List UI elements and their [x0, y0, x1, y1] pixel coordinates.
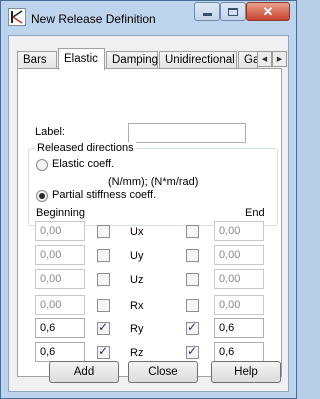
rz-begin-input[interactable] [35, 342, 85, 362]
group-title: Released directions [35, 142, 136, 154]
uy-end-checkbox[interactable] [186, 249, 199, 262]
tab-damping[interactable]: Damping [106, 51, 158, 69]
rz-label: Rz [130, 347, 144, 359]
partial-stiffness-label: Partial stiffness coeff. [52, 189, 157, 201]
tab-scroll-right-icon[interactable]: ▶ [272, 51, 287, 67]
ry-begin-checkbox[interactable] [97, 320, 110, 335]
partial-stiffness-radio[interactable] [36, 190, 48, 202]
uz-end-checkbox[interactable] [186, 273, 199, 286]
tab-strip: Bars Elastic Damping Unidirectional Ga ◀… [17, 48, 287, 70]
rx-begin-input[interactable] [35, 295, 85, 315]
title-bar[interactable]: New Release Definition ✕ [1, 1, 296, 34]
uy-end-input[interactable] [214, 245, 264, 265]
uz-begin-input[interactable] [35, 269, 85, 289]
ux-end-input[interactable] [214, 221, 264, 241]
release-app-icon [8, 8, 26, 26]
help-button[interactable]: Help [211, 361, 281, 383]
units-label: (N/mm); (N*m/rad) [108, 176, 199, 188]
end-label: End [245, 207, 265, 219]
minimize-button[interactable] [194, 2, 220, 21]
rx-begin-checkbox[interactable] [97, 299, 110, 312]
ry-end-checkbox[interactable] [186, 320, 199, 335]
tab-bars[interactable]: Bars [17, 51, 57, 69]
label-caption: Label: [35, 126, 65, 138]
uy-label: Uy [130, 250, 144, 262]
ux-end-checkbox[interactable] [186, 225, 199, 238]
uz-begin-checkbox[interactable] [97, 273, 110, 286]
dialog-client: Bars Elastic Damping Unidirectional Ga ◀… [8, 35, 289, 392]
add-button[interactable]: Add [49, 361, 119, 383]
uy-begin-input[interactable] [35, 245, 85, 265]
close-window-button[interactable]: ✕ [246, 2, 290, 21]
minimize-icon [202, 13, 212, 16]
close-button[interactable]: Close [128, 361, 198, 383]
maximize-button[interactable] [220, 2, 246, 21]
ry-end-input[interactable] [214, 318, 264, 338]
elastic-tab-page: Label: Released directions Elastic coeff… [17, 68, 282, 377]
rx-label: Rx [130, 300, 144, 312]
ry-label: Ry [130, 323, 144, 335]
rz-end-checkbox[interactable] [186, 344, 199, 359]
dialog-window: New Release Definition ✕ Bars Elastic Da… [0, 0, 297, 399]
tab-scroll-left-icon[interactable]: ◀ [257, 51, 272, 67]
ux-label: Ux [130, 226, 144, 238]
ry-begin-input[interactable] [35, 318, 85, 338]
uy-begin-checkbox[interactable] [97, 249, 110, 262]
ux-begin-input[interactable] [35, 221, 85, 241]
elastic-coeff-label: Elastic coeff. [52, 158, 115, 170]
ux-begin-checkbox[interactable] [97, 225, 110, 238]
rz-end-input[interactable] [214, 342, 264, 362]
beginning-label: Beginning [36, 207, 85, 219]
uz-end-input[interactable] [214, 269, 264, 289]
tab-ga[interactable]: Ga [238, 51, 258, 69]
window-title: New Release Definition [31, 12, 156, 26]
uz-label: Uz [130, 274, 144, 286]
label-input[interactable] [128, 123, 246, 143]
rz-begin-checkbox[interactable] [97, 344, 110, 359]
elastic-coeff-radio[interactable] [36, 159, 48, 171]
rx-end-checkbox[interactable] [186, 299, 199, 312]
close-icon: ✕ [262, 3, 274, 19]
tab-unidirectional[interactable]: Unidirectional [159, 51, 237, 69]
rx-end-input[interactable] [214, 295, 264, 315]
tab-scroll-arrows: ◀ ▶ [257, 51, 287, 67]
tab-elastic[interactable]: Elastic [58, 48, 105, 70]
maximize-icon [228, 7, 238, 16]
